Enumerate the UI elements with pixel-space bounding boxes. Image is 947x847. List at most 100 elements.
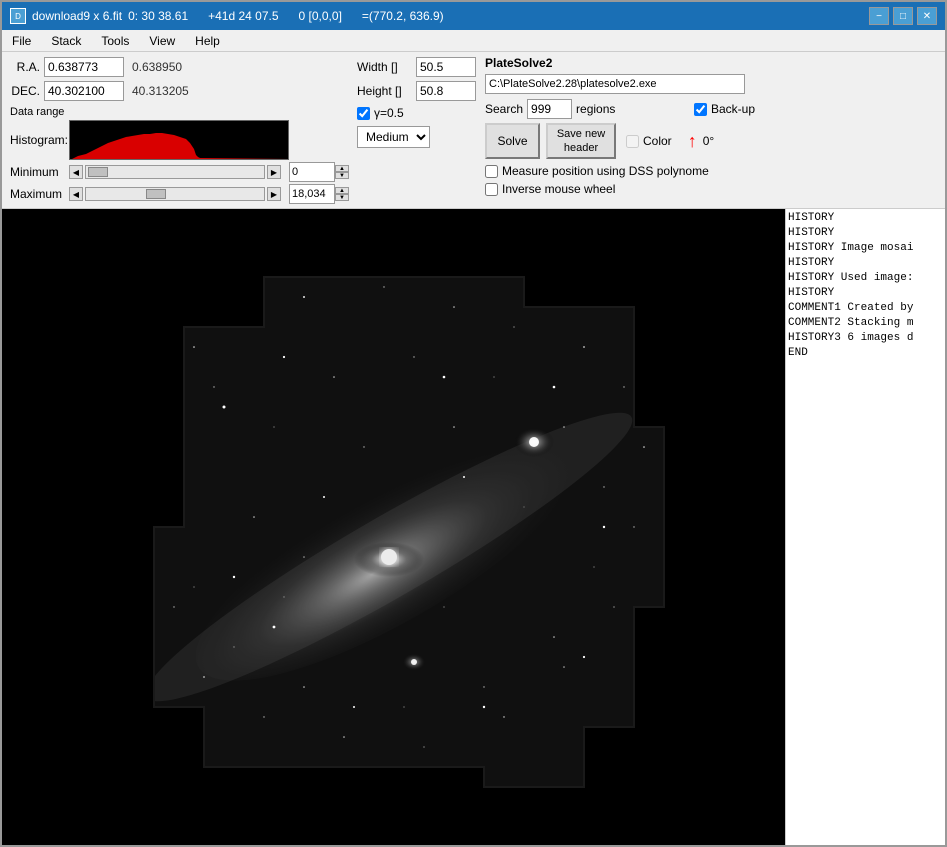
max-arrow-left[interactable]: ◀ xyxy=(69,187,83,201)
angle-label: 0° xyxy=(703,134,714,148)
min-track[interactable] xyxy=(85,165,265,179)
title-stats: 0: 30 38.61 +41d 24 07.5 0 [0,0,0] =(770… xyxy=(128,9,444,23)
menu-help[interactable]: Help xyxy=(189,32,226,49)
search-label: Search xyxy=(485,102,523,116)
fits-header-panel: HISTORYHISTORYHISTORY Image mosaiHISTORY… xyxy=(785,209,945,845)
fits-line: HISTORY xyxy=(788,226,943,241)
left-controls: R.A. 0.638950 DEC. 40.313205 Data range … xyxy=(10,56,349,204)
platesolve-path-input[interactable] xyxy=(485,74,745,94)
stat-pixel: 0 [0,0,0] xyxy=(299,9,342,23)
menu-file[interactable]: File xyxy=(6,32,37,49)
maximize-button[interactable]: □ xyxy=(893,7,913,25)
max-spin-down[interactable]: ▼ xyxy=(335,194,349,201)
color-checkbox[interactable] xyxy=(626,135,639,148)
menu-stack[interactable]: Stack xyxy=(45,32,87,49)
width-input[interactable] xyxy=(416,57,476,77)
close-button[interactable]: ✕ xyxy=(917,7,937,25)
stat-position: =(770.2, 636.9) xyxy=(362,9,444,23)
regions-label: regions xyxy=(576,102,615,116)
fits-line: HISTORY Used image: xyxy=(788,271,943,286)
fits-line: HISTORY Image mosai xyxy=(788,241,943,256)
min-spin-up[interactable]: ▲ xyxy=(335,165,349,172)
min-thumb[interactable] xyxy=(88,167,108,177)
min-value-input[interactable] xyxy=(289,162,335,182)
max-track[interactable] xyxy=(85,187,265,201)
ra-input[interactable] xyxy=(44,57,124,77)
fits-line: END xyxy=(788,346,943,361)
fits-line: HISTORY xyxy=(788,286,943,301)
fits-lines: HISTORYHISTORYHISTORY Image mosaiHISTORY… xyxy=(788,211,943,361)
title-bar: D download9 x 6.fit 0: 30 38.61 +41d 24 … xyxy=(2,2,945,30)
width-label: Width [] xyxy=(357,60,412,74)
galaxy-image xyxy=(104,227,684,827)
fits-line: COMMENT2 Stacking m xyxy=(788,316,943,331)
dec-label: DEC. xyxy=(10,84,40,98)
max-row: Maximum ◀ ▶ ▲ ▼ xyxy=(10,184,349,204)
inverse-checkbox[interactable] xyxy=(485,183,498,196)
histogram-section: Histogram: xyxy=(10,120,349,160)
ra-label: R.A. xyxy=(10,60,40,74)
backup-checkbox[interactable] xyxy=(694,103,707,116)
stat-time: 0: 30 38.61 xyxy=(128,9,188,23)
menu-tools[interactable]: Tools xyxy=(95,32,135,49)
platesolve-controls: PlateSolve2 Search regions Back-up Solve… xyxy=(485,56,755,204)
inverse-row: Inverse mouse wheel xyxy=(485,182,755,196)
width-row: Width [] xyxy=(357,56,477,78)
max-thumb[interactable] xyxy=(146,189,166,199)
measure-checkbox[interactable] xyxy=(485,165,498,178)
medium-dropdown[interactable]: Medium xyxy=(357,126,430,148)
middle-controls: Width [] Height [] γ=0.5 Medium xyxy=(357,56,477,204)
data-range-label: Data range xyxy=(10,106,349,118)
fits-line: HISTORY xyxy=(788,256,943,271)
controls-panel: R.A. 0.638950 DEC. 40.313205 Data range … xyxy=(2,52,945,209)
height-row: Height [] xyxy=(357,80,477,102)
min-arrow-left[interactable]: ◀ xyxy=(69,165,83,179)
max-arrow-right[interactable]: ▶ xyxy=(267,187,281,201)
fits-line: HISTORY xyxy=(788,211,943,226)
ra-alt: 0.638950 xyxy=(132,60,182,74)
search-input[interactable] xyxy=(527,99,572,119)
min-arrow-right[interactable]: ▶ xyxy=(267,165,281,179)
dec-row: DEC. 40.313205 xyxy=(10,80,349,102)
measure-label: Measure position using DSS polynome xyxy=(502,164,709,178)
arrow-up-icon: ↑ xyxy=(688,131,697,152)
image-area[interactable] xyxy=(2,209,785,845)
stat-coord: +41d 24 07.5 xyxy=(208,9,278,23)
measure-row: Measure position using DSS polynome xyxy=(485,164,755,178)
menu-bar: File Stack Tools View Help xyxy=(2,30,945,52)
max-slider-container: ◀ ▶ xyxy=(69,187,281,201)
save-header-button[interactable]: Save new header xyxy=(546,123,616,159)
window-controls: − □ ✕ xyxy=(869,7,937,25)
range-section: Minimum ◀ ▶ ▲ ▼ xyxy=(10,162,349,204)
max-value-input[interactable] xyxy=(289,184,335,204)
main-content: HISTORYHISTORYHISTORY Image mosaiHISTORY… xyxy=(2,209,945,845)
ra-row: R.A. 0.638950 xyxy=(10,56,349,78)
min-label: Minimum xyxy=(10,165,65,179)
inverse-label: Inverse mouse wheel xyxy=(502,182,615,196)
minimize-button[interactable]: − xyxy=(869,7,889,25)
fits-line: COMMENT1 Created by xyxy=(788,301,943,316)
solve-row: Solve Save new header Color ↑ 0° xyxy=(485,123,755,159)
min-spin-down[interactable]: ▼ xyxy=(335,172,349,179)
gamma-row: γ=0.5 xyxy=(357,106,477,120)
height-input[interactable] xyxy=(416,81,476,101)
dec-input[interactable] xyxy=(44,81,124,101)
min-row: Minimum ◀ ▶ ▲ ▼ xyxy=(10,162,349,182)
max-spinner: ▲ ▼ xyxy=(335,187,349,201)
dropdown-row: Medium xyxy=(357,126,477,148)
menu-view[interactable]: View xyxy=(143,32,181,49)
color-label: Color xyxy=(643,134,672,148)
fits-line: HISTORY3 6 images d xyxy=(788,331,943,346)
min-spinner: ▲ ▼ xyxy=(335,165,349,179)
app-icon: D xyxy=(10,8,26,24)
gamma-checkbox[interactable] xyxy=(357,107,370,120)
max-spin-up[interactable]: ▲ xyxy=(335,187,349,194)
height-label: Height [] xyxy=(357,84,412,98)
histogram-canvas xyxy=(69,120,289,160)
max-label: Maximum xyxy=(10,187,65,201)
platesolve-header: PlateSolve2 xyxy=(485,56,755,70)
gamma-label: γ=0.5 xyxy=(374,106,404,120)
solve-button[interactable]: Solve xyxy=(485,123,540,159)
backup-label: Back-up xyxy=(711,102,755,116)
platesolve-path-row xyxy=(485,74,755,94)
